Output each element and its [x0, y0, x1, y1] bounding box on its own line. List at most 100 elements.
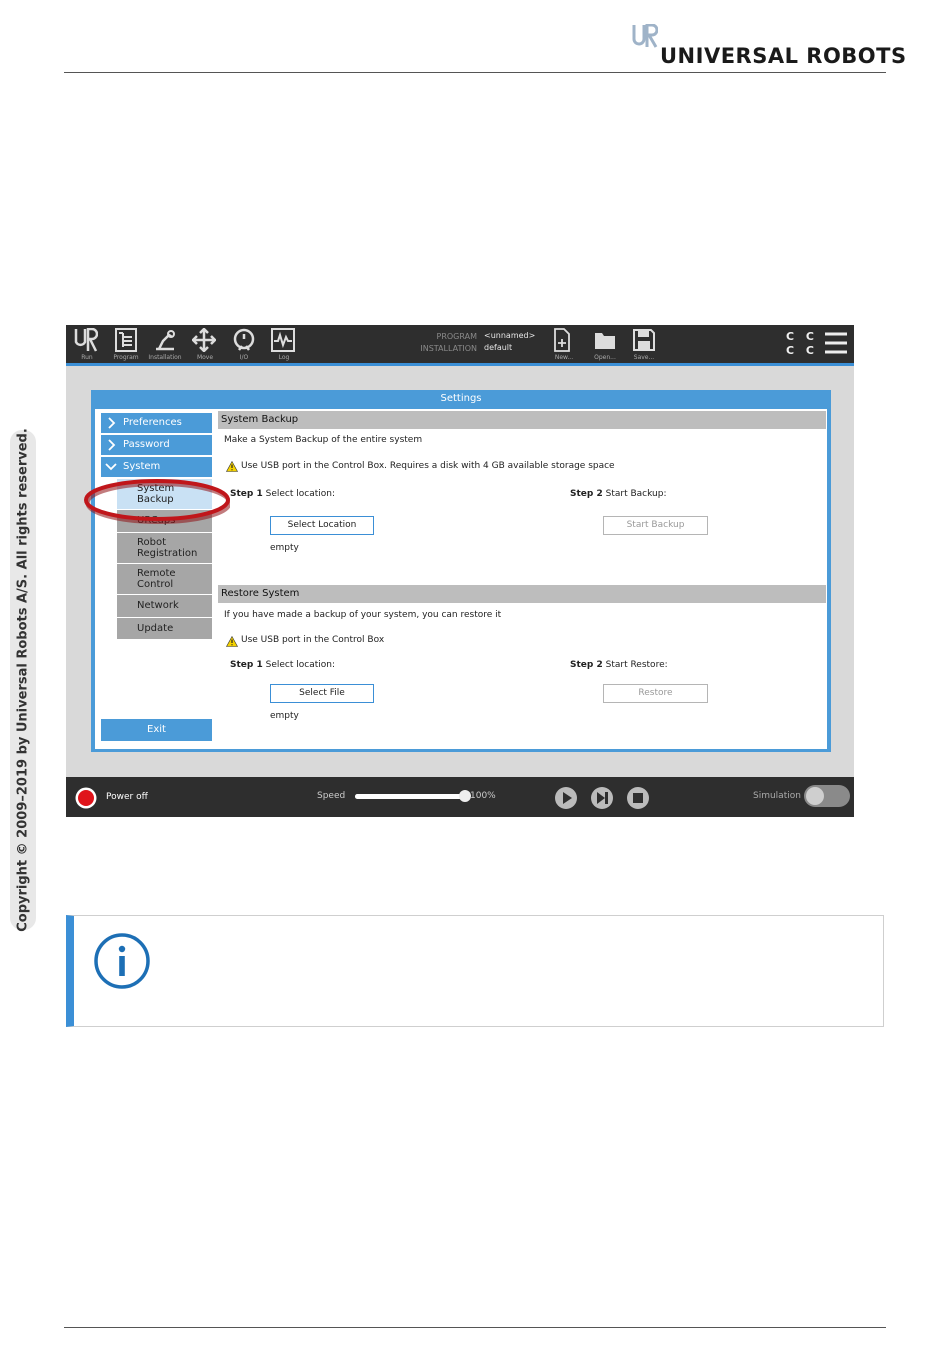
nav-preferences[interactable]: Preferences	[101, 413, 212, 433]
nav-update-label: Update	[137, 623, 174, 634]
nav-remote-control[interactable]: Remote Control	[117, 564, 212, 594]
nav-password-label: Password	[123, 439, 170, 450]
nav-preferences-label: Preferences	[123, 417, 182, 428]
info-note-box	[66, 915, 884, 1027]
toolbar-run-label: Run	[81, 354, 93, 361]
brand-name: UNIVERSAL ROBOTS	[660, 44, 907, 68]
copyright-text: Copyright © 2009–2019 by Universal Robot…	[15, 428, 31, 932]
step-icon[interactable]	[590, 786, 614, 810]
stop-icon[interactable]	[626, 786, 650, 810]
cc-bottom: C C	[786, 344, 818, 357]
toolbar-move-label: Move	[196, 354, 214, 361]
simulation-label: Simulation	[753, 791, 801, 801]
restore-step1: Step 1 Select location:	[230, 660, 335, 670]
restore-step2-text: Start Restore:	[605, 660, 668, 670]
warning-icon	[226, 461, 238, 472]
ur-logo-icon	[632, 24, 658, 48]
header-rule	[64, 72, 886, 73]
settings-body: Preferences Password System System Backu…	[95, 409, 827, 749]
power-off-label: Power off	[106, 792, 148, 802]
speed-slider-track[interactable]	[355, 790, 471, 802]
restore-step2: Step 2 Start Restore:	[570, 660, 668, 670]
nav-system-label: System	[123, 461, 161, 472]
restore-button[interactable]: Restore	[603, 684, 708, 703]
simulation-toggle[interactable]	[804, 785, 850, 807]
speed-value: 100%	[470, 791, 496, 801]
restore-description: If you have made a backup of your system…	[224, 610, 502, 620]
exit-button[interactable]: Exit	[101, 719, 212, 741]
backup-heading-text: System Backup	[221, 414, 299, 425]
save-disk-icon[interactable]	[632, 328, 656, 352]
nav-remote-control-line2: Control	[137, 579, 174, 590]
installation-key: INSTALLATION	[420, 344, 477, 353]
restore-step2-bold: Step 2	[570, 660, 603, 670]
select-file-button[interactable]: Select File	[270, 684, 374, 703]
info-icon	[94, 933, 150, 989]
start-backup-button[interactable]: Start Backup	[603, 516, 708, 535]
log-icon[interactable]	[271, 328, 295, 352]
program-icon[interactable]	[114, 328, 138, 352]
warning-icon	[226, 636, 238, 647]
program-key: PROGRAM	[436, 332, 478, 341]
highlight-ellipse	[84, 479, 230, 524]
backup-step1: Step 1 Select location:	[230, 489, 335, 499]
polyscope-screenshot: Run Program Installation Move I/O Log PR…	[66, 325, 854, 817]
nav-network[interactable]: Network	[117, 595, 212, 617]
simulation-toggle-knob	[806, 787, 824, 805]
installation-icon[interactable]	[153, 328, 177, 352]
new-label: New...	[554, 354, 574, 361]
settings-title: Settings	[440, 393, 482, 404]
chevron-right-icon	[108, 439, 116, 451]
nav-robot-registration-line2: Registration	[137, 548, 198, 559]
select-location-button[interactable]: Select Location	[270, 516, 374, 535]
save-label: Save...	[633, 354, 655, 361]
toolbar-program-label: Program	[113, 354, 139, 361]
power-button-icon[interactable]	[74, 786, 98, 810]
restore-heading-text: Restore System	[221, 588, 300, 599]
backup-description: Make a System Backup of the entire syste…	[224, 435, 423, 445]
footer-rule	[64, 1327, 886, 1328]
speed-slider-fill	[355, 794, 465, 799]
hamburger-menu-icon[interactable]	[824, 332, 848, 354]
move-icon[interactable]	[192, 328, 216, 352]
backup-heading: System Backup	[218, 411, 826, 429]
io-icon[interactable]	[232, 328, 256, 352]
nav-update[interactable]: Update	[117, 618, 212, 639]
restore-warning: Use USB port in the Control Box	[241, 635, 385, 645]
toolbar-log-label: Log	[278, 354, 290, 361]
backup-step2: Step 2 Start Backup:	[570, 489, 666, 499]
settings-dialog: Settings Preferences Password System Sys…	[91, 390, 831, 752]
open-label: Open...	[594, 354, 616, 361]
program-name: <unnamed>	[484, 331, 536, 340]
top-toolbar: Run Program Installation Move I/O Log PR…	[66, 325, 854, 363]
nav-robot-registration-line1: Robot	[137, 537, 167, 548]
nav-password[interactable]: Password	[101, 435, 212, 455]
restore-step1-text: Select location:	[265, 660, 335, 670]
restore-status: empty	[270, 711, 299, 721]
restore-step1-bold: Step 1	[230, 660, 263, 670]
copyright-sidebar: Copyright © 2009–2019 by Universal Robot…	[10, 428, 36, 932]
speed-label: Speed	[317, 791, 346, 801]
toolbar-installation-label: Installation	[148, 354, 182, 361]
open-folder-icon[interactable]	[593, 328, 617, 352]
nav-robot-registration[interactable]: Robot Registration	[117, 533, 212, 563]
bottom-bar: Power off Speed 100% Simulation	[66, 777, 854, 817]
play-icon[interactable]	[554, 786, 578, 810]
backup-warning: Use USB port in the Control Box. Require…	[241, 461, 615, 471]
backup-step1-text: Select location:	[265, 489, 335, 499]
new-file-icon[interactable]	[552, 328, 572, 352]
ur-logo-icon[interactable]	[74, 328, 98, 352]
backup-step2-bold: Step 2	[570, 489, 603, 499]
restore-heading: Restore System	[218, 585, 826, 603]
toolbar-accent-line	[66, 363, 854, 366]
cc-top: C C	[786, 330, 818, 343]
backup-step1-bold: Step 1	[230, 489, 263, 499]
chevron-down-icon	[105, 463, 117, 471]
installation-name: default	[484, 343, 513, 352]
toolbar-io-label: I/O	[239, 354, 249, 361]
chevron-right-icon	[108, 417, 116, 429]
nav-network-label: Network	[137, 600, 179, 611]
backup-step2-text: Start Backup:	[605, 489, 667, 499]
nav-remote-control-line1: Remote	[137, 568, 176, 579]
nav-system[interactable]: System	[101, 457, 212, 477]
